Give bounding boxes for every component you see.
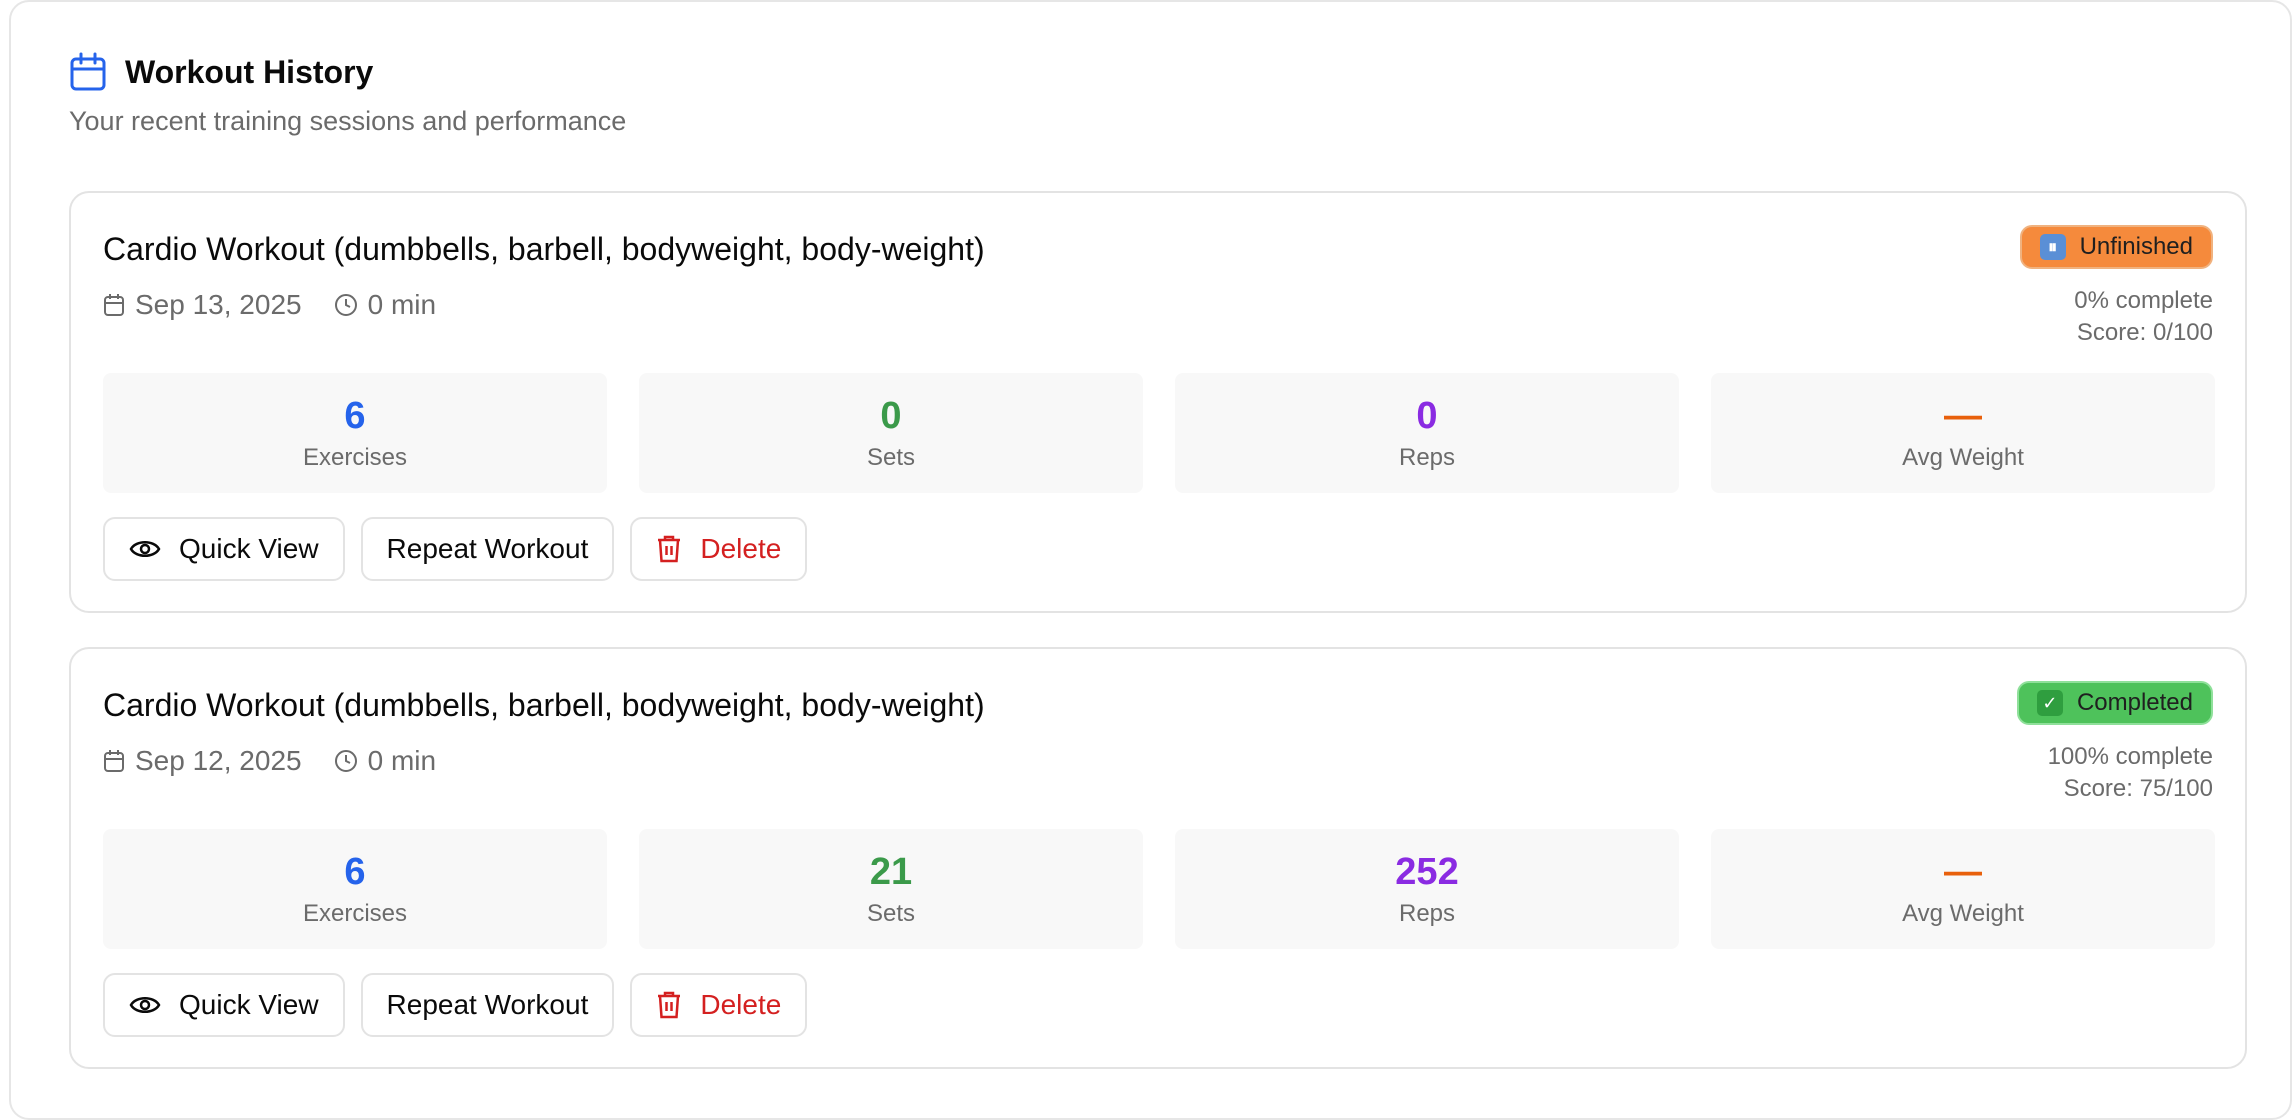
status-badge: ✓ Completed [2016,681,2213,725]
stat-value: 252 [1395,851,1459,893]
stat-label: Sets [866,444,916,471]
button-label: Quick View [179,533,319,564]
stat-value: — [1944,395,1982,437]
stat-reps: 252 Reps [1175,829,1679,949]
trash-icon [656,534,682,564]
quick-view-button[interactable]: Quick View [103,973,345,1037]
button-label: Repeat Workout [386,533,589,564]
score: Score: 75/100 [2063,775,2213,802]
workout-date: Sep 12, 2025 [135,745,302,776]
stat-value: 0 [1416,395,1438,437]
stat-label: Exercises [302,444,408,471]
stat-value: 0 [880,395,902,437]
stat-label: Avg Weight [1902,444,2024,471]
button-label: Quick View [179,989,319,1020]
repeat-workout-button[interactable]: Repeat Workout [360,517,615,581]
quick-view-button[interactable]: Quick View [103,517,345,581]
complete-percent: 100% complete [2047,743,2213,770]
calendar-icon [103,749,125,773]
score: Score: 0/100 [2076,319,2213,346]
delete-button[interactable]: Delete [630,517,808,581]
stat-label: Sets [866,900,916,927]
button-label: Delete [700,533,782,564]
progress-info: 0% complete Score: 0/100 [2074,285,2213,349]
page-title: Workout History [125,53,374,90]
workout-title: Cardio Workout (dumbbells, barbell, body… [103,231,985,267]
clock-icon [334,293,358,317]
stats-row: 6 Exercises 0 Sets 0 Reps — Avg Weight [103,373,2215,493]
workout-meta: Sep 12, 2025 0 min [103,745,468,777]
workout-card: Cardio Workout (dumbbells, barbell, body… [69,191,2247,613]
trash-icon [656,990,682,1020]
stat-label: Avg Weight [1902,900,2024,927]
workout-card: Cardio Workout (dumbbells, barbell, body… [69,647,2247,1069]
repeat-workout-button[interactable]: Repeat Workout [360,973,615,1037]
stat-exercises: 6 Exercises [103,829,607,949]
stats-row: 6 Exercises 21 Sets 252 Reps — Avg Weigh… [103,829,2215,949]
workout-title: Cardio Workout (dumbbells, barbell, body… [103,687,985,723]
card-actions: Quick View Repeat Workout Delete [103,973,808,1037]
eye-icon [129,538,161,560]
pause-icon: ⏸ [2039,234,2066,260]
delete-button[interactable]: Delete [630,973,808,1037]
eye-icon [129,994,161,1016]
stat-sets: 21 Sets [639,829,1143,949]
stat-value: 6 [344,851,366,893]
progress-info: 100% complete Score: 75/100 [2048,741,2213,805]
stat-sets: 0 Sets [639,373,1143,493]
card-actions: Quick View Repeat Workout Delete [103,517,808,581]
workout-duration: 0 min [367,745,437,776]
stat-avg-weight: — Avg Weight [1711,373,2215,493]
stat-exercises: 6 Exercises [103,373,607,493]
button-label: Delete [700,989,782,1020]
check-icon: ✓ [2036,690,2063,716]
status-label: Unfinished [2079,233,2193,260]
status-badge: ⏸ Unfinished [2019,225,2213,269]
clock-icon [334,749,358,773]
status-label: Completed [2076,689,2193,716]
calendar-icon [69,52,107,92]
stat-value: 21 [869,851,913,893]
stat-label: Reps [1398,444,1456,471]
calendar-icon [103,293,125,317]
page-subtitle: Your recent training sessions and perfor… [69,106,627,136]
stat-reps: 0 Reps [1175,373,1679,493]
workout-meta: Sep 13, 2025 0 min [103,289,468,321]
workout-duration: 0 min [367,289,437,320]
workout-history-panel: Workout History Your recent training ses… [9,0,2292,1120]
workout-date: Sep 13, 2025 [135,289,302,320]
panel-header: Workout History Your recent training ses… [69,50,626,137]
button-label: Repeat Workout [386,989,589,1020]
stat-avg-weight: — Avg Weight [1711,829,2215,949]
complete-percent: 0% complete [2074,287,2213,314]
stat-label: Exercises [302,900,408,927]
stat-value: — [1944,851,1982,893]
stat-value: 6 [344,395,366,437]
stat-label: Reps [1398,900,1456,927]
